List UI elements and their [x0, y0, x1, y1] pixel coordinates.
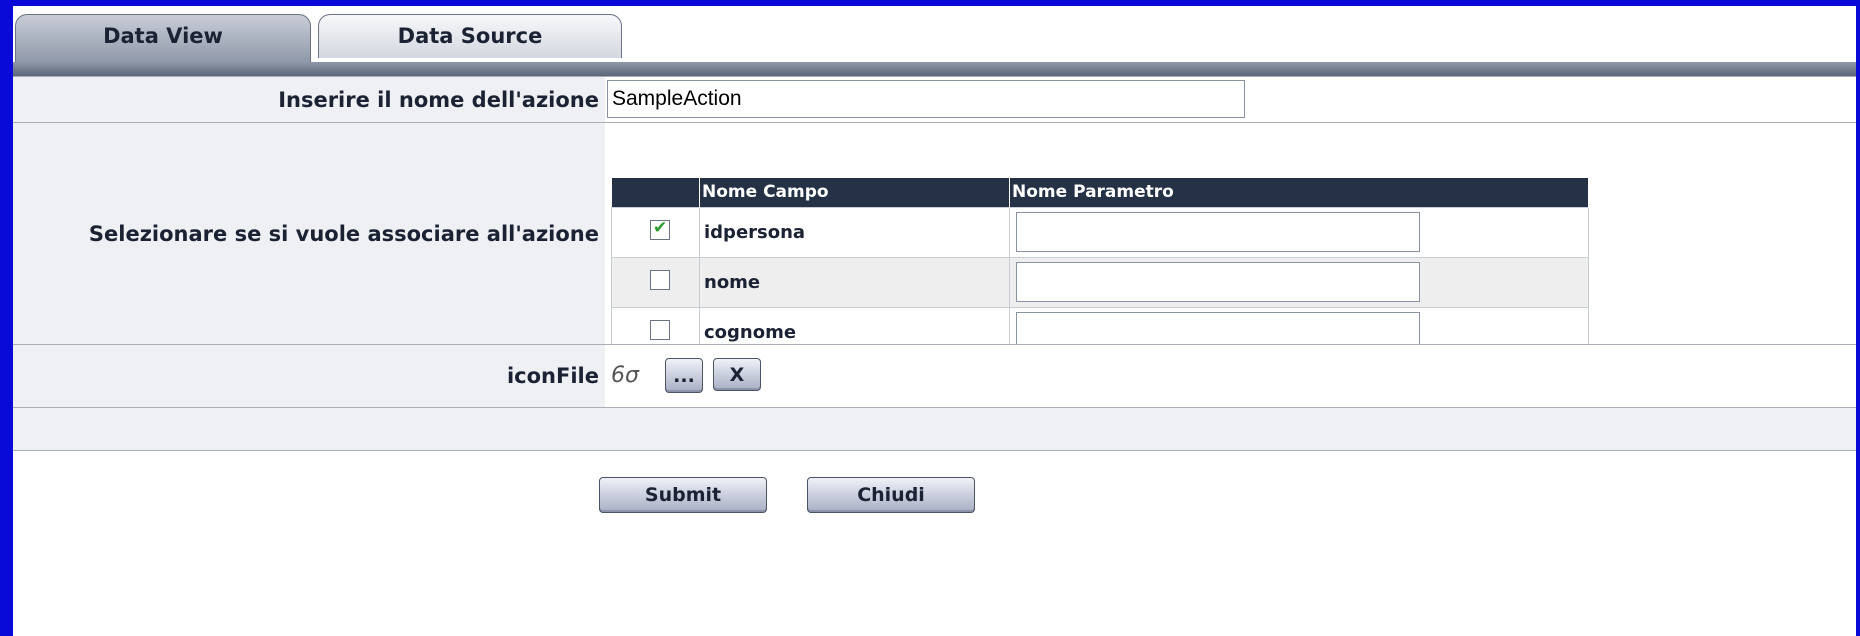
glasses-icon: 6σ [611, 363, 639, 388]
tab-label: Data Source [397, 24, 543, 48]
tab-data-view[interactable]: Data View [15, 14, 311, 62]
clear-icon-button[interactable]: X [713, 358, 761, 391]
action-name-label: Inserire il nome dell'azione [13, 77, 605, 122]
icon-file-row: iconFile 6σ ... X [13, 344, 1856, 407]
field-name: nome [699, 256, 1010, 308]
param-input[interactable] [1016, 212, 1420, 252]
field-name: idpersona [699, 206, 1010, 258]
table-row: nome [611, 256, 1589, 308]
dialog-frame: Data View Data Source Inserire il nome d… [13, 6, 1856, 636]
tab-data-source[interactable]: Data Source [318, 14, 622, 58]
submit-button[interactable]: Submit [599, 477, 767, 513]
associate-label: Selezionare se si vuole associare all'az… [13, 123, 605, 344]
table-header-select [611, 178, 700, 207]
icon-file-label: iconFile [13, 345, 605, 407]
close-button[interactable]: Chiudi [807, 477, 975, 513]
empty-row [13, 407, 1856, 450]
actions-row: Submit Chiudi [13, 450, 1856, 636]
action-name-input[interactable] [607, 80, 1245, 118]
fields-table: Nome Campo Nome Parametro idpersona nome… [611, 178, 1589, 358]
row-checkbox[interactable] [650, 218, 670, 240]
row-checkbox[interactable] [650, 269, 670, 290]
browse-button[interactable]: ... [665, 358, 703, 393]
param-input[interactable] [1016, 262, 1420, 302]
table-header-field: Nome Campo [699, 178, 1010, 207]
tab-bar [13, 62, 1856, 76]
row-checkbox[interactable] [650, 319, 670, 340]
icon-file-cell: 6σ ... X [605, 345, 1856, 407]
table-header-param: Nome Parametro [1009, 178, 1589, 207]
action-name-row: Inserire il nome dell'azione [13, 76, 1856, 122]
tab-label: Data View [103, 24, 223, 48]
action-name-cell [605, 77, 1856, 122]
table-row: idpersona [611, 206, 1589, 258]
